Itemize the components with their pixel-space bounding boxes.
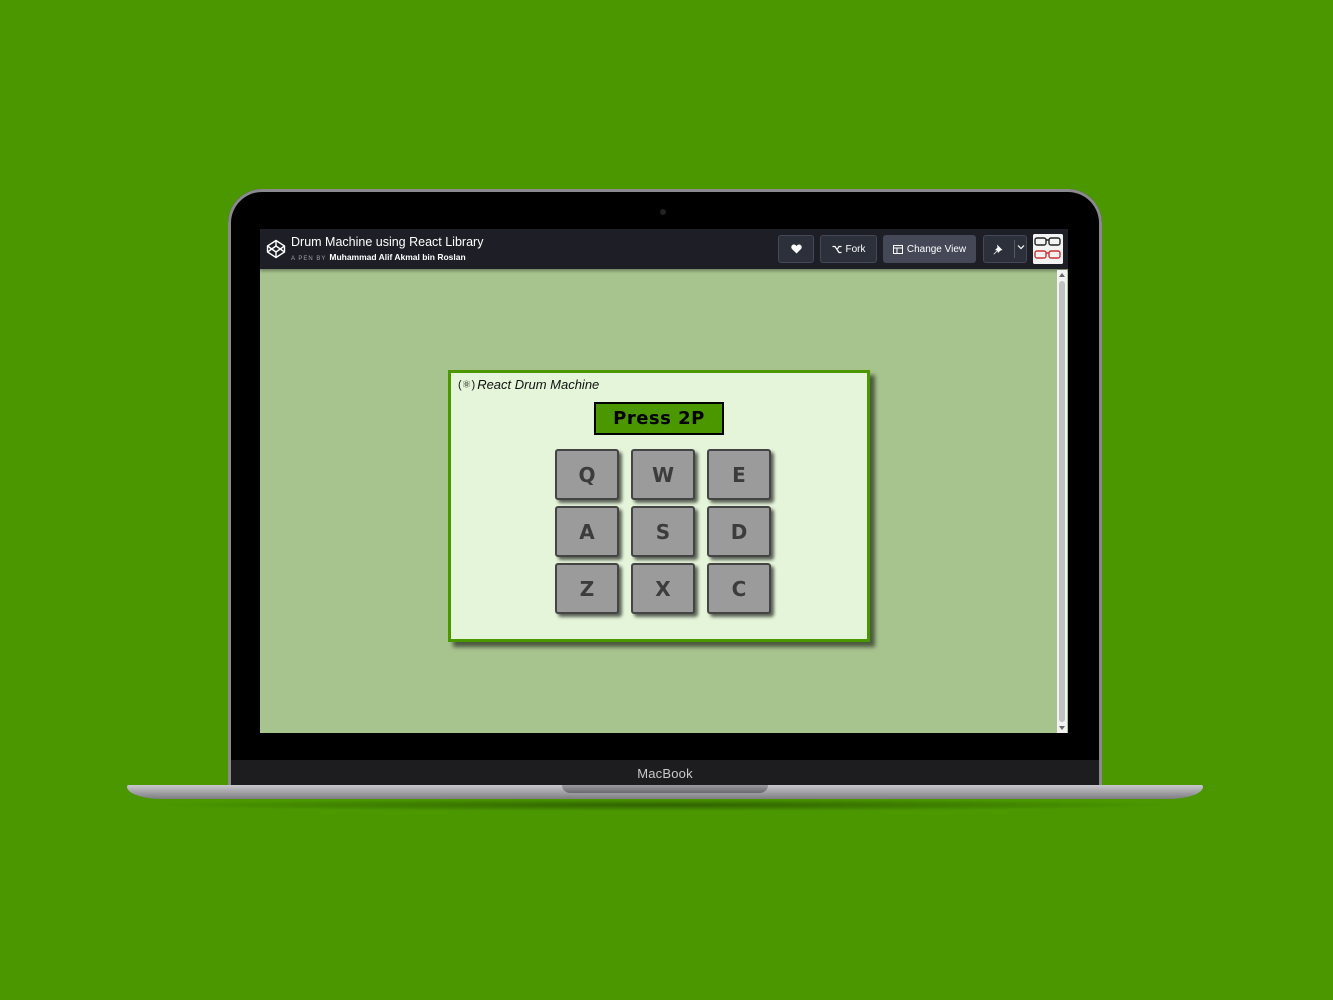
drum-pad-a[interactable]: A — [555, 506, 619, 557]
screen: Drum Machine using React Library A PEN B… — [260, 229, 1068, 733]
laptop-brand-label: MacBook — [637, 766, 693, 781]
pin-separator — [1014, 240, 1015, 258]
scrollbar-thumb[interactable] — [1059, 281, 1065, 722]
avatar-glasses-icon — [1033, 234, 1063, 264]
scroll-down-arrow-icon[interactable] — [1059, 726, 1065, 730]
sound-display: Press 2P — [594, 402, 724, 435]
laptop-base-shadow — [150, 799, 1180, 811]
drum-machine-title-text: React Drum Machine — [477, 377, 600, 392]
fork-icon — [832, 245, 841, 253]
user-avatar[interactable] — [1033, 234, 1063, 264]
pen-byline: A PEN BY Muhammad Alif Akmal bin Roslan — [291, 252, 466, 262]
like-button[interactable] — [778, 235, 814, 263]
drum-machine: (⚛) React Drum Machine Press 2P Q W E A … — [448, 370, 870, 642]
react-logo-icon: (⚛) — [458, 379, 476, 391]
drum-pad-e[interactable]: E — [707, 449, 771, 500]
drum-pad-x[interactable]: X — [631, 563, 695, 614]
camera — [660, 209, 666, 215]
drum-pad-c[interactable]: C — [707, 563, 771, 614]
heart-icon — [790, 244, 802, 254]
fork-button[interactable]: Fork — [820, 235, 877, 263]
pin-button[interactable] — [983, 235, 1027, 263]
laptop-base-notch — [562, 785, 768, 793]
layout-icon — [892, 244, 903, 254]
vertical-scrollbar[interactable] — [1057, 270, 1067, 733]
change-view-label: Change View — [906, 243, 967, 255]
pin-icon — [993, 244, 1003, 254]
fork-label: Fork — [845, 243, 866, 255]
drum-pad-z[interactable]: Z — [555, 563, 619, 614]
drum-machine-title: (⚛) React Drum Machine — [458, 377, 599, 392]
scroll-up-arrow-icon[interactable] — [1059, 273, 1065, 277]
byline-prefix: A PEN BY — [291, 256, 327, 262]
codepen-header: Drum Machine using React Library A PEN B… — [260, 229, 1068, 269]
chevron-down-icon[interactable] — [1017, 243, 1025, 251]
pen-title[interactable]: Drum Machine using React Library — [291, 235, 483, 249]
drum-pad-q[interactable]: Q — [555, 449, 619, 500]
drum-pad-w[interactable]: W — [631, 449, 695, 500]
codepen-logo-icon[interactable] — [266, 239, 286, 259]
drum-pad-d[interactable]: D — [707, 506, 771, 557]
drum-pad-s[interactable]: S — [631, 506, 695, 557]
author-link[interactable]: Muhammad Alif Akmal bin Roslan — [329, 252, 465, 262]
change-view-button[interactable]: Change View — [883, 235, 976, 263]
